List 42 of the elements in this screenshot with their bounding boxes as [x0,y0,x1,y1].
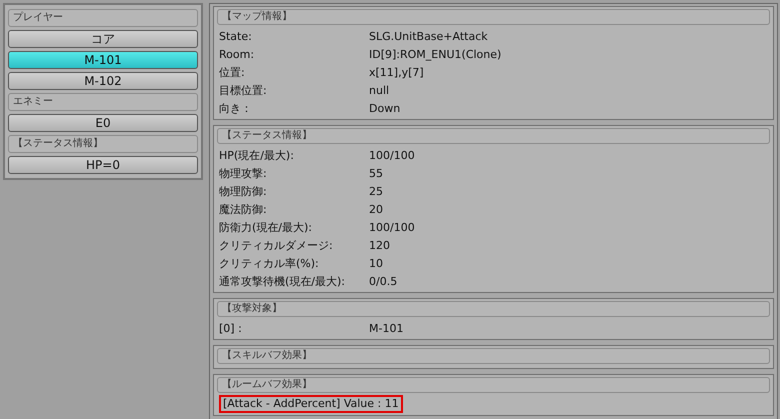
field-label: クリティカルダメージ: [219,238,334,252]
section-header: 【ステータス情報】 [217,128,770,144]
field-value: SLG.UnitBase+Attack [369,30,488,42]
field-label: Room: [219,48,256,60]
section-header: 【攻撃対象】 [217,301,770,317]
field-label: 目標位置: [219,82,268,98]
group-header: プレイヤー [8,9,198,27]
unit-button[interactable]: コア [8,30,198,48]
field-label: 通常攻撃待機(現在/最大): [219,274,346,288]
field-label: [0] : [219,322,243,334]
field-label: 向き： [219,100,253,116]
unit-button[interactable]: HP=0 [8,156,198,174]
field-label: 魔法防御: [219,202,268,216]
field-value: 55 [369,166,383,180]
field-value: 100/100 [369,148,415,162]
field-value: 120 [369,238,390,252]
field-value: 0/0.5 [369,274,398,288]
field-label: 位置: [219,64,246,80]
group-header: 【ステータス情報】 [8,135,198,153]
field-label: HP(現在/最大): [219,148,295,162]
field-value: Down [369,102,400,114]
field-value: x[11],y[7] [369,66,424,78]
field-value: 20 [369,202,383,216]
unit-button[interactable]: M-102 [8,72,198,90]
unit-button[interactable]: E0 [8,114,198,132]
field-label: クリティカル率(%): [219,256,320,270]
section-header: 【ルームバフ効果】 [217,377,770,393]
buff-text: [Attack - AddPercent] Value : 11 [219,395,403,413]
field-value: 100/100 [369,220,415,234]
field-value: ID[9]:ROM_ENU1(Clone) [369,48,502,60]
field-label: 物理攻撃: [219,166,268,180]
field-label: State: [219,30,253,42]
field-value: null [369,84,390,96]
group-header: エネミー [8,93,198,111]
field-value: 10 [369,256,383,270]
field-label: 防衛力(現在/最大): [219,220,313,234]
unit-button[interactable]: M-101 [8,51,198,69]
field-label: 物理防御: [219,184,268,198]
field-value: 25 [369,184,383,198]
field-value: M-101 [369,322,404,334]
section-header: 【マップ情報】 [217,9,770,25]
section-header: 【スキルバフ効果】 [217,348,770,364]
